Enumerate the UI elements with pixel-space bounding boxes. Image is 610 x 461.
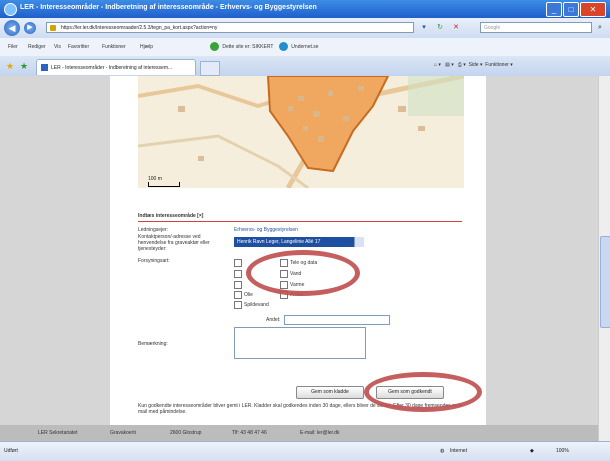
add-favorite-icon[interactable]: ★ — [20, 61, 28, 72]
checkbox-2[interactable] — [234, 270, 242, 278]
minimize-button[interactable]: _ — [546, 2, 562, 17]
checkbox-olie[interactable] — [234, 291, 242, 299]
zoom-text[interactable]: 100% — [556, 448, 569, 454]
checkbox-label-spildevand: Spildevand — [244, 302, 269, 308]
menu-bar: Filer Rediger Vis Favoritter Funktioner … — [0, 38, 610, 57]
scrollbar-thumb[interactable] — [600, 236, 610, 328]
maximize-button[interactable]: □ — [563, 2, 579, 17]
network-icon — [278, 42, 288, 51]
search-input[interactable]: Google — [480, 22, 592, 33]
globe-icon: ◍ — [440, 448, 445, 454]
favorites-star-icon[interactable]: ★ — [6, 61, 14, 72]
tab-label: LER - Interesseområder - Indberetning af… — [51, 65, 173, 71]
home-icon[interactable]: ⌂ ▾ — [434, 62, 441, 68]
page-menu[interactable]: Side — [469, 62, 479, 68]
footer-email[interactable]: E-mail: ler@ler.dk — [300, 430, 340, 436]
window-titlebar: LER - Interesseområder - Indberetning af… — [0, 0, 610, 18]
footer-org: LER Sekretariatet — [38, 430, 78, 436]
bemaerkning-label: Bemærkning: — [138, 341, 168, 347]
ie-logo-icon — [4, 3, 17, 16]
print-icon[interactable]: ⎙ ▾ — [458, 62, 466, 68]
andet-input[interactable] — [284, 315, 390, 325]
tab-favicon-icon — [41, 64, 48, 71]
stop-icon[interactable]: ✕ — [450, 22, 462, 33]
menu-help[interactable]: Hjælp — [140, 44, 153, 50]
refresh-icon[interactable]: ↻ — [434, 22, 446, 33]
security-status-text[interactable]: Dette site er: SIKKERT — [222, 44, 273, 50]
menu-edit[interactable]: Rediger — [28, 44, 46, 50]
window-title: LER - Interesseområder - Indberetning af… — [20, 4, 317, 11]
network-zone-text[interactable]: Undernet.se — [291, 44, 318, 50]
lock-icon — [50, 25, 56, 31]
security-status-icon — [210, 42, 219, 51]
menu-favorites[interactable]: Favoritter — [68, 44, 89, 50]
search-icon[interactable]: ⌕ — [594, 22, 606, 33]
map-scale-bar — [148, 182, 180, 187]
menu-view[interactable]: Vis — [54, 44, 61, 50]
map-scale: 100 m — [148, 176, 180, 187]
section-divider — [138, 221, 462, 222]
highlight-ellipse-checkboxes — [246, 250, 360, 296]
highlight-ellipse-save-button — [364, 372, 482, 412]
tab-bar: ★ ★ LER - Interesseområder - Indberetnin… — [0, 56, 610, 77]
chevron-down-icon — [354, 237, 364, 247]
footer-street: Gravakoerti — [110, 430, 136, 436]
andet-label: Andet: — [266, 317, 281, 323]
kontakt-label: Kontaktperson/-adresse ved henvendelse f… — [138, 234, 210, 252]
forsyning-label: Forsyningsart: — [138, 258, 170, 264]
back-button[interactable]: ◀ — [4, 20, 20, 36]
map-graphic — [138, 76, 464, 188]
url-input[interactable]: https://ler.ler.dk/Interesseomraader/2.5… — [46, 22, 414, 33]
checkbox-label-olie: Olie — [244, 292, 253, 298]
menu-tools[interactable]: Funktioner — [102, 44, 126, 50]
checkbox-3[interactable] — [234, 281, 242, 289]
footer-phone: Tlf: 43 48 47 46 — [232, 430, 267, 436]
url-text: https://ler.ler.dk/Interesseomraader/2.5… — [61, 25, 218, 31]
status-bar: Udført ◍ Internet ◆ 100% — [0, 441, 610, 461]
checkbox-1[interactable] — [234, 259, 242, 267]
protected-mode-icon: ◆ — [530, 448, 534, 454]
bemaerkning-textarea[interactable] — [234, 327, 366, 359]
save-draft-button[interactable]: Gem som kladde — [296, 386, 364, 399]
tools-menu[interactable]: Funktioner — [485, 62, 509, 68]
menu-file[interactable]: Filer — [8, 44, 18, 50]
close-button[interactable]: ✕ — [580, 2, 606, 17]
checkbox-spildevand[interactable] — [234, 301, 242, 309]
vertical-scrollbar[interactable] — [598, 76, 610, 441]
footer-city: 2600 Glostrup — [170, 430, 202, 436]
forward-button[interactable]: ▶ — [24, 22, 36, 34]
kontakt-select[interactable]: Henrik Ravn Leger, Langelinie Allé 17 — [234, 237, 364, 247]
command-bar: ⌂ ▾ ▤ ▾ ⎙ ▾ Side ▾ Funktioner ▾ — [434, 62, 513, 68]
page-footer: LER Sekretariatet Gravakoerti 2600 Glost… — [0, 425, 598, 441]
status-text: Udført — [4, 448, 18, 454]
kontakt-select-value: Henrik Ravn Leger, Langelinie Allé 17 — [237, 239, 321, 245]
map-view[interactable]: 100 m — [138, 76, 464, 188]
ledningsejer-value: Erhvervs- og Byggestyrelsen — [234, 227, 298, 233]
new-tab-button[interactable] — [200, 61, 220, 76]
zone-text: Internet — [450, 448, 467, 454]
links-toolbar: Dette site er: SIKKERT Undernet.se — [210, 42, 319, 51]
ledningsejer-label: Ledningsejer: — [138, 227, 169, 233]
security-lock-icon[interactable]: ▾ — [418, 22, 430, 33]
feeds-icon[interactable]: ▤ ▾ — [445, 62, 454, 68]
tab-active[interactable]: LER - Interesseområder - Indberetning af… — [36, 59, 196, 75]
section-title: Indtæs interesseområde [×] — [138, 213, 204, 219]
address-bar: ◀ ▶ https://ler.ler.dk/Interesseomraader… — [0, 18, 610, 38]
